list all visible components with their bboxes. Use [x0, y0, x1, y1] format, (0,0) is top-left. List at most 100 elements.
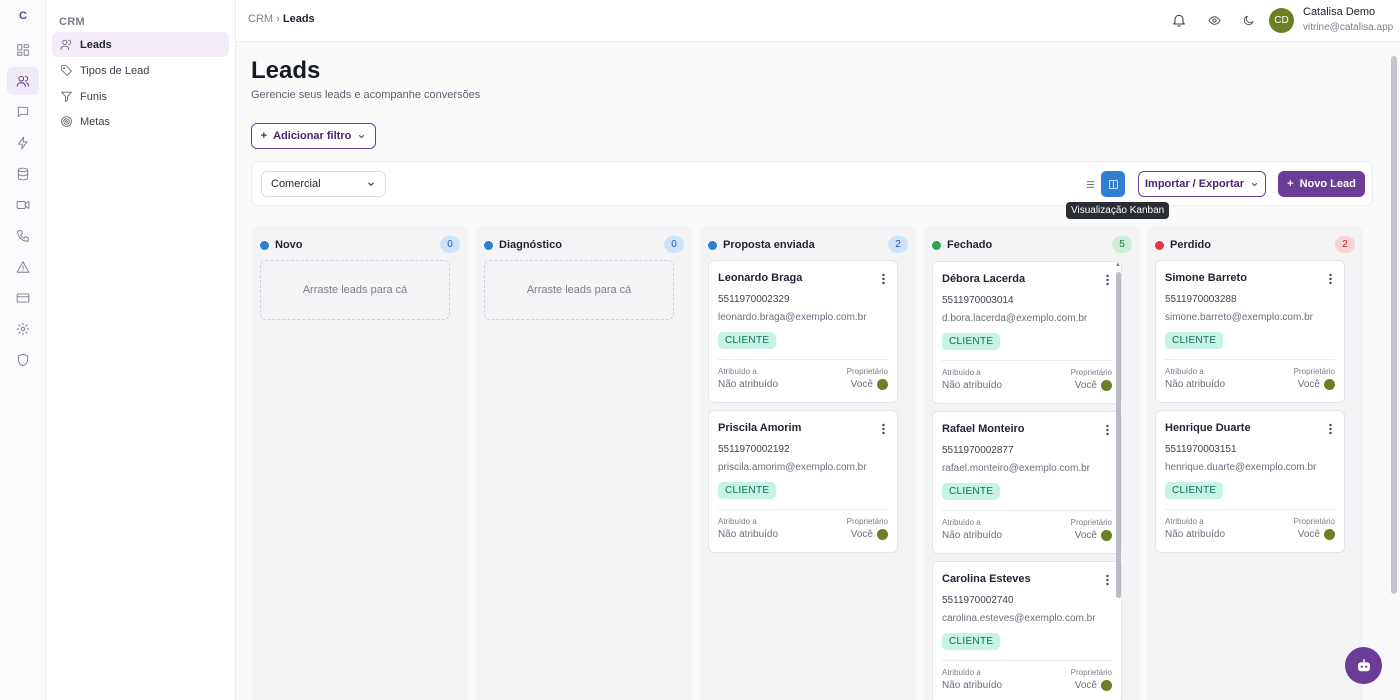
- scroll-up-arrow[interactable]: ▲: [1115, 262, 1121, 268]
- icon-rail: C: [0, 0, 46, 700]
- lead-card[interactable]: Leonardo Braga 5511970002329 leonardo.br…: [708, 260, 898, 403]
- breadcrumb-root[interactable]: CRM: [248, 13, 273, 25]
- chevron-down-icon: [368, 182, 374, 186]
- lead-card[interactable]: Rafael Monteiro 5511970002877 rafael.mon…: [932, 411, 1122, 554]
- chevron-down-icon: [359, 134, 365, 138]
- new-lead-button[interactable]: + Novo Lead: [1278, 171, 1365, 197]
- tag-icon: [61, 65, 72, 76]
- column-title: Fechado: [947, 239, 993, 251]
- owner-name: Você: [1074, 680, 1097, 691]
- divider: [942, 510, 1112, 511]
- empty-dropzone[interactable]: Arraste leads para cá: [260, 260, 450, 320]
- assigned-value: Não atribuído: [942, 530, 1003, 541]
- page-subtitle: Gerencie seus leads e acompanhe conversõ…: [251, 89, 481, 101]
- lead-card[interactable]: Henrique Duarte 5511970003151 henrique.d…: [1155, 410, 1345, 553]
- list-view-toggle[interactable]: [1078, 171, 1102, 197]
- kanban-view-toggle[interactable]: [1101, 171, 1125, 197]
- phone-icon[interactable]: [7, 222, 39, 250]
- video-icon[interactable]: [7, 191, 39, 219]
- owner-avatar: [877, 529, 888, 540]
- divider: [1165, 509, 1335, 510]
- lead-name: Leonardo Braga: [718, 272, 803, 284]
- more-options-icon[interactable]: [1106, 274, 1109, 286]
- breadcrumb-separator: ›: [276, 13, 280, 25]
- lead-name: Carolina Esteves: [942, 573, 1031, 585]
- owner-value: Você: [1298, 529, 1335, 540]
- sidebar-item-metas[interactable]: Metas: [52, 109, 229, 134]
- more-options-icon[interactable]: [1329, 273, 1332, 285]
- owner-value: Você: [1075, 680, 1112, 691]
- column-count-badge: 0: [440, 236, 460, 253]
- lead-card[interactable]: Simone Barreto 5511970003288 simone.barr…: [1155, 260, 1345, 403]
- assigned-label: Atribuído a: [718, 367, 757, 376]
- kanban-column: Perdido 2 Simone Barreto 5511970003288 s…: [1147, 226, 1363, 700]
- database-icon[interactable]: [7, 160, 39, 188]
- column-header: Novo 0: [260, 236, 460, 254]
- assigned-label: Atribuído a: [1165, 367, 1204, 376]
- zap-icon[interactable]: [7, 129, 39, 157]
- column-scrollbar[interactable]: [1116, 272, 1121, 598]
- more-options-icon[interactable]: [882, 273, 885, 285]
- moon-icon[interactable]: [1242, 14, 1255, 27]
- page-scrollbar[interactable]: [1391, 56, 1397, 594]
- column-title: Diagnóstico: [499, 239, 562, 251]
- more-options-icon[interactable]: [1106, 424, 1109, 436]
- more-options-icon[interactable]: [882, 423, 885, 435]
- lead-phone: 5511970002192: [718, 444, 790, 455]
- app-logo[interactable]: C: [0, 10, 46, 22]
- sidebar-item-funis[interactable]: Funis: [52, 84, 229, 109]
- lead-card[interactable]: Priscila Amorim 5511970002192 priscila.a…: [708, 410, 898, 553]
- lead-email: henrique.duarte@exemplo.com.br: [1165, 462, 1317, 473]
- status-dot: [484, 240, 493, 250]
- more-options-icon[interactable]: [1106, 574, 1109, 586]
- lead-email: carolina.esteves@exemplo.com.br: [942, 613, 1096, 624]
- sidebar-item-leads[interactable]: Leads: [52, 32, 229, 57]
- add-filter-button[interactable]: + Adicionar filtro: [251, 123, 376, 149]
- plus-icon: +: [260, 130, 268, 142]
- lead-name: Henrique Duarte: [1165, 422, 1251, 434]
- divider: [942, 360, 1112, 361]
- owner-label: Proprietário: [846, 367, 888, 376]
- kanban-column: Proposta enviada 2 Leonardo Braga 551197…: [700, 226, 916, 700]
- avatar[interactable]: CD: [1269, 8, 1294, 33]
- bell-icon[interactable]: [1171, 12, 1187, 28]
- column-header: Fechado 5: [932, 236, 1132, 254]
- users-icon[interactable]: [7, 67, 39, 95]
- filter-icon: [61, 91, 72, 102]
- lead-type-badge: CLIENTE: [1165, 482, 1224, 499]
- chatbot-button[interactable]: [1345, 647, 1382, 684]
- owner-avatar: [1324, 379, 1335, 390]
- lead-card[interactable]: Carolina Esteves 5511970002740 carolina.…: [932, 561, 1122, 700]
- lead-type-badge: CLIENTE: [718, 332, 777, 349]
- settings-icon[interactable]: [7, 315, 39, 343]
- owner-value: Você: [1075, 380, 1112, 391]
- chat-icon[interactable]: [7, 98, 39, 126]
- owner-label: Proprietário: [846, 517, 888, 526]
- lead-type-badge: CLIENTE: [718, 482, 777, 499]
- lead-email: rafael.monteiro@exemplo.com.br: [942, 463, 1090, 474]
- assigned-value: Não atribuído: [942, 380, 1003, 391]
- new-lead-label: Novo Lead: [1299, 178, 1356, 190]
- kanban-tooltip: Visualização Kanban: [1066, 202, 1170, 219]
- empty-dropzone[interactable]: Arraste leads para cá: [484, 260, 674, 320]
- more-options-icon[interactable]: [1329, 423, 1332, 435]
- owner-label: Proprietário: [1070, 518, 1112, 527]
- owner-value: Você: [851, 529, 888, 540]
- lead-card[interactable]: Débora Lacerda 5511970003014 d.bora.lace…: [932, 261, 1122, 404]
- columns-icon: [1108, 179, 1118, 189]
- sidebar-item-label: Tipos de Lead: [80, 64, 150, 77]
- owner-avatar: [1101, 380, 1112, 391]
- status-dot: [260, 240, 269, 250]
- import-export-button[interactable]: Importar / Exportar: [1138, 171, 1266, 197]
- shield-icon[interactable]: [7, 346, 39, 374]
- pipeline-select[interactable]: Comercial: [261, 171, 386, 197]
- eye-icon[interactable]: [1208, 14, 1221, 27]
- alert-icon[interactable]: [7, 253, 39, 281]
- status-dot: [932, 240, 941, 250]
- sidebar-item-tipos-de-lead[interactable]: Tipos de Lead: [52, 58, 229, 83]
- bot-icon: [1357, 658, 1370, 671]
- column-title: Novo: [275, 239, 303, 251]
- dashboard-icon[interactable]: [7, 36, 39, 64]
- card-icon[interactable]: [7, 284, 39, 312]
- owner-label: Proprietário: [1070, 368, 1112, 377]
